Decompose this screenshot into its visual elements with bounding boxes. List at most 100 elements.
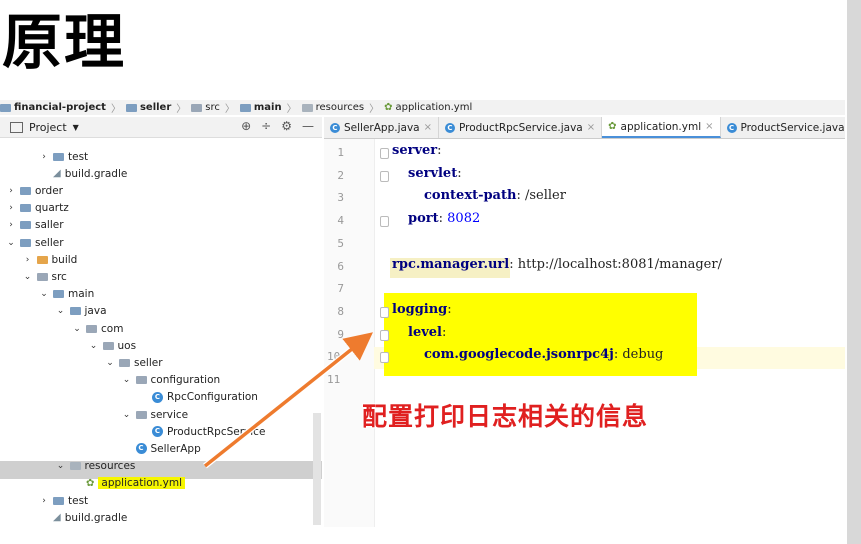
tree-item[interactable]: › test bbox=[39, 492, 88, 509]
package-icon bbox=[135, 376, 147, 385]
tree-item-label: RpcConfiguration bbox=[167, 391, 258, 404]
tree-item[interactable]: › saller bbox=[6, 217, 63, 234]
tree-item[interactable]: ⌄ service bbox=[122, 406, 188, 423]
line-number: 10 bbox=[327, 350, 341, 364]
tree-item-label: uos bbox=[117, 339, 137, 352]
annotation-text: 配置打印日志相关的信息 bbox=[362, 402, 649, 431]
editor-tab[interactable]: C ProductRpcService.java × bbox=[439, 117, 603, 138]
tree-item[interactable]: › order bbox=[6, 182, 63, 199]
project-view-selector[interactable]: Project bbox=[29, 121, 67, 134]
fold-marker-icon[interactable] bbox=[380, 216, 389, 228]
tree-item[interactable]: C SellerApp bbox=[122, 440, 201, 457]
tree-item-label: ProductRpcService bbox=[167, 425, 266, 438]
expand-arrow-icon[interactable]: › bbox=[39, 496, 49, 506]
breadcrumb-item[interactable]: src bbox=[191, 102, 220, 113]
class-icon: C bbox=[330, 122, 340, 133]
breadcrumb-item[interactable]: financial-project bbox=[0, 102, 106, 113]
tree-item[interactable]: C ProductRpcService bbox=[138, 423, 265, 440]
editor-tab[interactable]: C SellerApp.java × bbox=[324, 117, 439, 138]
yaml-value: debug bbox=[618, 347, 664, 363]
folder-icon bbox=[20, 186, 31, 195]
editor-tab[interactable]: CProductService.java× bbox=[721, 117, 845, 138]
expand-arrow-icon[interactable]: ⌄ bbox=[122, 410, 132, 420]
fold-marker-icon[interactable] bbox=[380, 148, 389, 159]
expand-arrow-icon[interactable]: ⌄ bbox=[89, 341, 99, 351]
breadcrumb-item[interactable]: seller bbox=[125, 102, 171, 113]
tree-item[interactable]: C RpcConfiguration bbox=[138, 389, 258, 406]
code-line[interactable]: logging: bbox=[392, 302, 452, 317]
gear-icon[interactable]: ⚙ bbox=[281, 119, 292, 133]
chevron-down-icon[interactable]: ▼ bbox=[73, 123, 79, 132]
fold-marker-icon[interactable] bbox=[380, 329, 389, 341]
expand-arrow-icon[interactable]: ⌄ bbox=[23, 272, 33, 282]
expand-arrow-icon[interactable]: ⌄ bbox=[56, 461, 66, 471]
close-icon[interactable]: × bbox=[587, 122, 595, 133]
code-line[interactable]: context-path: /seller bbox=[424, 188, 566, 203]
folder-icon bbox=[239, 103, 251, 112]
expand-arrow-icon[interactable]: ⌄ bbox=[39, 289, 49, 299]
expand-arrow-icon[interactable]: ⌄ bbox=[56, 306, 66, 316]
tree-item[interactable]: ◢ build.gradle bbox=[39, 509, 127, 526]
tree-item[interactable]: › test bbox=[39, 148, 88, 165]
close-icon[interactable]: × bbox=[424, 122, 432, 133]
yml-file-icon: ✿ bbox=[608, 121, 617, 132]
tree-scrollbar[interactable] bbox=[313, 413, 321, 525]
tree-item[interactable]: ⌄ seller bbox=[105, 354, 162, 371]
expand-arrow-icon[interactable]: ⌄ bbox=[105, 358, 115, 368]
tree-item-label: seller bbox=[35, 236, 64, 249]
tree-item-label: com bbox=[101, 322, 124, 335]
fold-marker-icon[interactable] bbox=[380, 352, 389, 364]
expand-arrow-icon[interactable]: ⌄ bbox=[122, 375, 132, 385]
locate-icon[interactable]: ⊕ bbox=[241, 119, 251, 133]
tab-label: ProductService.java bbox=[740, 121, 845, 134]
editor-tab[interactable]: ✿ application.yml × bbox=[602, 117, 721, 138]
expand-arrow-icon[interactable]: ⌄ bbox=[6, 238, 16, 248]
tree-item[interactable]: ⌄ main bbox=[39, 286, 94, 303]
code-line[interactable]: servlet: bbox=[408, 166, 462, 181]
yaml-value: 8082 bbox=[443, 211, 481, 227]
code-line[interactable]: port: 8082 bbox=[408, 211, 480, 226]
tree-item[interactable]: ⌄ resources bbox=[56, 458, 136, 475]
expand-arrow-icon[interactable]: › bbox=[6, 186, 16, 196]
folder-icon bbox=[20, 238, 31, 247]
expand-arrow-icon[interactable]: › bbox=[6, 203, 16, 213]
breadcrumb-item[interactable]: resources bbox=[301, 102, 364, 113]
collapse-all-icon[interactable]: ÷ bbox=[261, 119, 271, 133]
tree-item[interactable]: ›swagger bbox=[6, 526, 80, 527]
package-icon bbox=[135, 410, 147, 419]
fold-marker-icon[interactable] bbox=[380, 170, 389, 182]
close-icon[interactable]: × bbox=[705, 121, 713, 132]
tree-item[interactable]: ⌄ com bbox=[72, 320, 123, 337]
line-number: 11 bbox=[327, 373, 341, 386]
expand-arrow-icon[interactable]: ⌄ bbox=[72, 324, 82, 334]
tree-item-label: configuration bbox=[150, 374, 221, 387]
hide-panel-icon[interactable]: — bbox=[302, 119, 314, 133]
yaml-key: port bbox=[408, 211, 439, 227]
tree-item[interactable]: ◢ build.gradle bbox=[39, 165, 127, 182]
code-line[interactable]: rpc.manager.url: http://localhost:8081/m… bbox=[392, 257, 722, 272]
yaml-key: logging bbox=[392, 301, 448, 317]
class-icon: C bbox=[726, 122, 737, 133]
tree-item-label: java bbox=[84, 305, 107, 318]
breadcrumb: financial-project 〉 seller 〉 src 〉 main 〉 re… bbox=[0, 100, 845, 115]
tree-item[interactable]: › quartz bbox=[6, 200, 69, 217]
tree-item[interactable]: ⌄ java bbox=[56, 303, 107, 320]
code-line[interactable]: server: bbox=[392, 143, 442, 158]
tree-item[interactable]: ✿ application.yml bbox=[72, 475, 186, 492]
tree-item[interactable]: ⌄ src bbox=[23, 268, 67, 285]
tree-item[interactable]: ⌄ configuration bbox=[122, 372, 221, 389]
expand-arrow-icon[interactable]: › bbox=[6, 220, 16, 230]
editor-gutter bbox=[324, 139, 375, 529]
fold-marker-icon[interactable] bbox=[380, 306, 389, 318]
tree-item[interactable]: ⌄ seller bbox=[6, 234, 64, 251]
breadcrumb-item[interactable]: main bbox=[239, 102, 282, 113]
tree-item[interactable]: ⌄ uos bbox=[89, 337, 137, 354]
breadcrumb-item[interactable]: ✿ application.yml bbox=[384, 102, 472, 113]
tree-item[interactable]: › build bbox=[23, 251, 78, 268]
slide-scrollbar[interactable] bbox=[847, 0, 861, 544]
code-line[interactable]: com.googlecode.jsonrpc4j: debug bbox=[424, 347, 663, 362]
tree-item-label: build bbox=[51, 253, 78, 266]
expand-arrow-icon[interactable]: › bbox=[39, 152, 49, 162]
expand-arrow-icon[interactable]: › bbox=[23, 255, 33, 265]
code-line[interactable]: level: bbox=[408, 325, 446, 340]
